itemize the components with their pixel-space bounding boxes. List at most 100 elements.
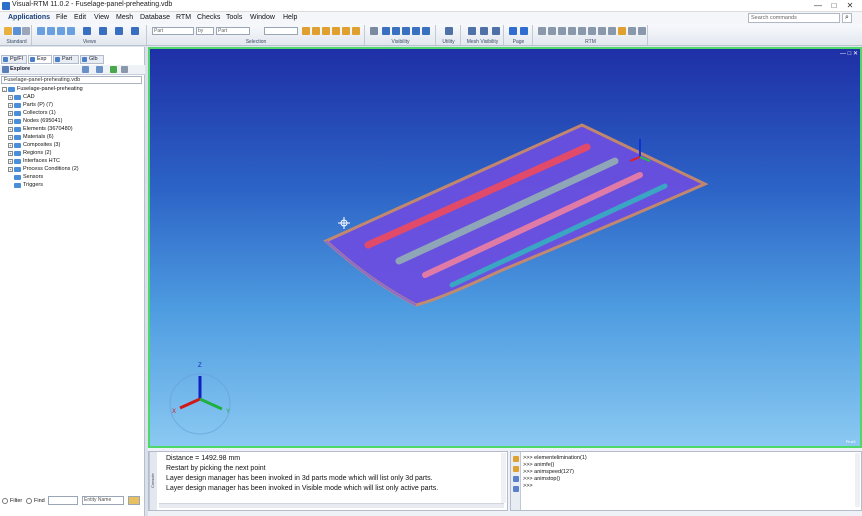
tree-expander-icon[interactable]: + bbox=[8, 151, 13, 156]
menu-tools[interactable]: Tools bbox=[226, 14, 242, 21]
entity-name-combo[interactable]: Entity Name bbox=[82, 496, 124, 505]
tree-expander-icon[interactable]: + bbox=[8, 135, 13, 140]
tree-expander-icon[interactable]: + bbox=[8, 95, 13, 100]
rotate-icon[interactable] bbox=[83, 27, 91, 35]
database-file-combo[interactable]: Fuselage-panel-preheating.vdb bbox=[1, 76, 142, 84]
rtm-tool-8-icon[interactable] bbox=[608, 27, 616, 35]
tree-expander-icon[interactable]: + bbox=[8, 127, 13, 132]
apply-filter-button[interactable] bbox=[128, 496, 140, 505]
explore-filter-icon[interactable] bbox=[82, 66, 89, 73]
menu-edit[interactable]: Edit bbox=[74, 14, 86, 21]
new-file-icon[interactable] bbox=[4, 27, 12, 35]
show-icon[interactable] bbox=[382, 27, 390, 35]
menu-mesh[interactable]: Mesh bbox=[116, 14, 133, 21]
view-top-icon[interactable] bbox=[47, 27, 55, 35]
tab-glb[interactable]: Glb bbox=[80, 55, 104, 64]
tree-expander-icon[interactable]: + bbox=[8, 111, 13, 116]
hide-icon[interactable] bbox=[392, 27, 400, 35]
menu-window[interactable]: Window bbox=[250, 14, 275, 21]
refresh-icon[interactable] bbox=[110, 66, 117, 73]
tree-expander-icon[interactable]: + bbox=[8, 143, 13, 148]
rtm-tool-7-icon[interactable] bbox=[598, 27, 606, 35]
rtm-tool-4-icon[interactable] bbox=[568, 27, 576, 35]
rtm-tool-2-icon[interactable] bbox=[548, 27, 556, 35]
mesh-edges-icon[interactable] bbox=[492, 27, 500, 35]
select-all-icon[interactable] bbox=[332, 27, 340, 35]
run-script-icon[interactable] bbox=[513, 456, 519, 462]
show-only-icon[interactable] bbox=[402, 27, 410, 35]
show-all-icon[interactable] bbox=[412, 27, 420, 35]
rtm-tool-11-icon[interactable] bbox=[638, 27, 646, 35]
pan-icon[interactable] bbox=[99, 27, 107, 35]
menu-view[interactable]: View bbox=[94, 14, 109, 21]
menu-rtm[interactable]: RTM bbox=[176, 14, 191, 21]
filter-value-combo[interactable] bbox=[48, 496, 78, 505]
select-poly-icon[interactable] bbox=[322, 27, 330, 35]
page-prev-icon[interactable] bbox=[509, 27, 517, 35]
rtm-tool-6-icon[interactable] bbox=[588, 27, 596, 35]
message-scrollbar-vertical[interactable] bbox=[501, 453, 506, 503]
tree-expander-icon[interactable]: + bbox=[8, 119, 13, 124]
select-icon[interactable] bbox=[302, 27, 310, 35]
selection-entity-combo[interactable]: Part bbox=[216, 27, 250, 35]
search-commands-input[interactable]: Search commands bbox=[748, 13, 840, 23]
tree-expander-icon[interactable]: + bbox=[8, 103, 13, 108]
selection-type-combo[interactable]: Part bbox=[152, 27, 194, 35]
reverse-icon[interactable] bbox=[422, 27, 430, 35]
page-next-icon[interactable] bbox=[520, 27, 528, 35]
selection-value-input[interactable] bbox=[264, 27, 298, 35]
rtm-tool-3-icon[interactable] bbox=[558, 27, 566, 35]
select-clear-icon[interactable] bbox=[352, 27, 360, 35]
select-invert-icon[interactable] bbox=[342, 27, 350, 35]
rtm-tool-9-icon[interactable] bbox=[618, 27, 626, 35]
filter-radio[interactable] bbox=[2, 498, 8, 504]
menu-database[interactable]: Database bbox=[140, 14, 170, 21]
selection-by-combo[interactable]: by bbox=[196, 27, 214, 35]
rtm-tool-5-icon[interactable] bbox=[578, 27, 586, 35]
view-side-icon[interactable] bbox=[57, 27, 65, 35]
utility-icon[interactable] bbox=[445, 27, 453, 35]
search-icon[interactable]: ⌕ bbox=[842, 13, 852, 23]
zoom-icon[interactable] bbox=[115, 27, 123, 35]
rtm-tool-10-icon[interactable] bbox=[628, 27, 636, 35]
menu-help[interactable]: Help bbox=[283, 14, 297, 21]
toolbar-group-visibility: Visibility bbox=[366, 25, 436, 45]
rtm-tool-1-icon[interactable] bbox=[538, 27, 546, 35]
tab-explorer-label: Exp bbox=[37, 56, 47, 62]
minimize-button[interactable]: — bbox=[810, 0, 826, 12]
find-radio[interactable] bbox=[26, 498, 32, 504]
command-scrollbar[interactable] bbox=[855, 453, 860, 507]
visibility-filter-icon[interactable] bbox=[370, 27, 378, 35]
clear-history-icon[interactable] bbox=[513, 476, 519, 482]
print-icon[interactable] bbox=[22, 27, 30, 35]
tab-explorer[interactable]: Exp bbox=[28, 55, 52, 64]
explore-tree-icon[interactable] bbox=[96, 66, 103, 73]
tree-expander-icon[interactable]: + bbox=[8, 167, 13, 172]
menu-applications[interactable]: Applications bbox=[8, 14, 50, 21]
graphics-viewport[interactable]: Z X Y — □ ✕ Pin#1 bbox=[148, 47, 862, 448]
view-front-icon[interactable] bbox=[37, 27, 45, 35]
tree-item-label: CAD bbox=[23, 94, 35, 100]
console-tab[interactable]: Console bbox=[149, 452, 157, 510]
menu-file[interactable]: File bbox=[56, 14, 67, 21]
save-icon[interactable] bbox=[13, 27, 21, 35]
tab-pg-fl[interactable]: Pg/Fl bbox=[1, 55, 27, 64]
save-history-icon[interactable] bbox=[513, 486, 519, 492]
tree-expander-icon[interactable]: + bbox=[8, 159, 13, 164]
tab-part[interactable]: Part bbox=[53, 55, 79, 64]
close-button[interactable]: ✕ bbox=[842, 0, 858, 12]
fit-icon[interactable] bbox=[131, 27, 139, 35]
view-iso-icon[interactable] bbox=[67, 27, 75, 35]
command-prompt[interactable]: >>> bbox=[523, 483, 533, 489]
mesh-shaded-icon[interactable] bbox=[468, 27, 476, 35]
viewport-window-buttons[interactable]: — □ ✕ bbox=[840, 50, 858, 57]
message-scrollbar-horizontal[interactable] bbox=[159, 503, 504, 508]
main-toolbar: Standard Views Part by Part Selection Vi… bbox=[0, 24, 862, 46]
explore-options-icon[interactable] bbox=[121, 66, 128, 73]
record-icon[interactable] bbox=[513, 466, 519, 472]
tree-expander-icon[interactable]: - bbox=[2, 87, 7, 92]
mesh-wire-icon[interactable] bbox=[480, 27, 488, 35]
select-box-icon[interactable] bbox=[312, 27, 320, 35]
menu-checks[interactable]: Checks bbox=[197, 14, 220, 21]
maximize-button[interactable]: □ bbox=[826, 0, 842, 12]
